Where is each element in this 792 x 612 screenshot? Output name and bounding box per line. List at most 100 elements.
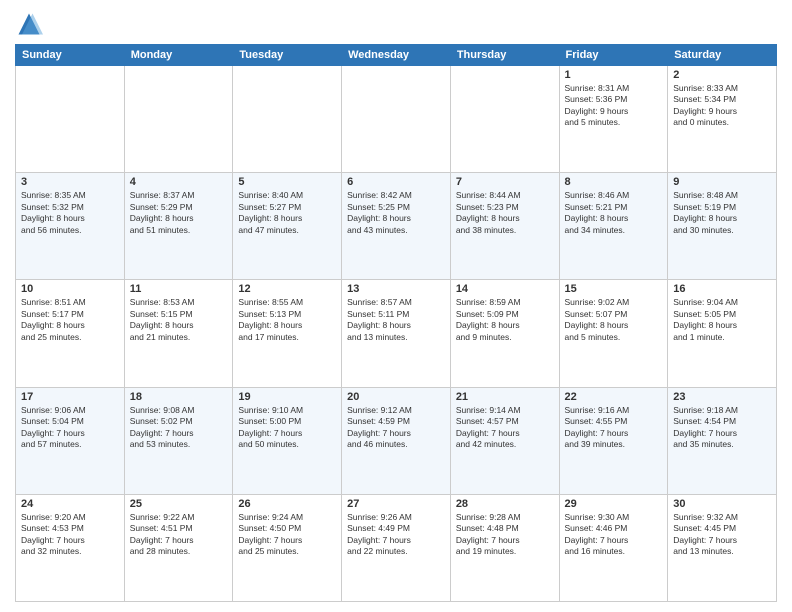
day-info: Sunrise: 9:06 AM Sunset: 5:04 PM Dayligh… [21,405,119,451]
header [15,10,777,38]
day-number: 23 [673,391,771,403]
day-number: 19 [238,391,336,403]
day-number: 7 [456,176,554,188]
day-cell: 20 Sunrise: 9:12 AM Sunset: 4:59 PM Dayli… [342,387,451,494]
day-number: 14 [456,283,554,295]
day-info: Sunrise: 8:55 AM Sunset: 5:13 PM Dayligh… [238,297,336,343]
day-number: 29 [565,498,663,510]
day-cell [233,66,342,173]
day-number: 28 [456,498,554,510]
col-header-wednesday: Wednesday [342,45,451,66]
day-cell: 2 Sunrise: 8:33 AM Sunset: 5:34 PM Daylig… [668,66,777,173]
day-number: 27 [347,498,445,510]
day-info: Sunrise: 8:46 AM Sunset: 5:21 PM Dayligh… [565,190,663,236]
day-number: 6 [347,176,445,188]
day-number: 2 [673,69,771,81]
day-number: 26 [238,498,336,510]
day-cell: 1 Sunrise: 8:31 AM Sunset: 5:36 PM Daylig… [559,66,668,173]
day-info: Sunrise: 9:12 AM Sunset: 4:59 PM Dayligh… [347,405,445,451]
day-info: Sunrise: 9:22 AM Sunset: 4:51 PM Dayligh… [130,512,228,558]
day-cell: 18 Sunrise: 9:08 AM Sunset: 5:02 PM Dayli… [124,387,233,494]
day-info: Sunrise: 9:32 AM Sunset: 4:45 PM Dayligh… [673,512,771,558]
day-number: 30 [673,498,771,510]
day-info: Sunrise: 8:59 AM Sunset: 5:09 PM Dayligh… [456,297,554,343]
week-row-3: 10 Sunrise: 8:51 AM Sunset: 5:17 PM Dayli… [16,280,777,387]
day-info: Sunrise: 8:51 AM Sunset: 5:17 PM Dayligh… [21,297,119,343]
day-cell: 19 Sunrise: 9:10 AM Sunset: 5:00 PM Dayli… [233,387,342,494]
col-header-thursday: Thursday [450,45,559,66]
day-number: 10 [21,283,119,295]
day-number: 21 [456,391,554,403]
day-info: Sunrise: 9:30 AM Sunset: 4:46 PM Dayligh… [565,512,663,558]
day-number: 8 [565,176,663,188]
day-info: Sunrise: 9:02 AM Sunset: 5:07 PM Dayligh… [565,297,663,343]
day-number: 18 [130,391,228,403]
day-number: 12 [238,283,336,295]
day-number: 20 [347,391,445,403]
day-cell: 10 Sunrise: 8:51 AM Sunset: 5:17 PM Dayli… [16,280,125,387]
day-info: Sunrise: 8:31 AM Sunset: 5:36 PM Dayligh… [565,83,663,129]
day-info: Sunrise: 8:40 AM Sunset: 5:27 PM Dayligh… [238,190,336,236]
page: SundayMondayTuesdayWednesdayThursdayFrid… [0,0,792,612]
day-number: 11 [130,283,228,295]
day-cell [124,66,233,173]
day-info: Sunrise: 9:04 AM Sunset: 5:05 PM Dayligh… [673,297,771,343]
day-number: 5 [238,176,336,188]
day-cell: 11 Sunrise: 8:53 AM Sunset: 5:15 PM Dayli… [124,280,233,387]
day-info: Sunrise: 8:57 AM Sunset: 5:11 PM Dayligh… [347,297,445,343]
day-info: Sunrise: 8:33 AM Sunset: 5:34 PM Dayligh… [673,83,771,129]
day-cell: 16Sunrise: 9:04 AM Sunset: 5:05 PM Dayli… [668,280,777,387]
day-info: Sunrise: 9:16 AM Sunset: 4:55 PM Dayligh… [565,405,663,451]
day-cell: 8 Sunrise: 8:46 AM Sunset: 5:21 PM Daylig… [559,173,668,280]
day-cell: 28 Sunrise: 9:28 AM Sunset: 4:48 PM Dayli… [450,494,559,601]
col-header-monday: Monday [124,45,233,66]
week-row-4: 17Sunrise: 9:06 AM Sunset: 5:04 PM Dayli… [16,387,777,494]
day-number: 4 [130,176,228,188]
header-row: SundayMondayTuesdayWednesdayThursdayFrid… [16,45,777,66]
week-row-1: 1 Sunrise: 8:31 AM Sunset: 5:36 PM Daylig… [16,66,777,173]
day-cell: 30 Sunrise: 9:32 AM Sunset: 4:45 PM Dayli… [668,494,777,601]
col-header-saturday: Saturday [668,45,777,66]
day-number: 15 [565,283,663,295]
day-cell: 5 Sunrise: 8:40 AM Sunset: 5:27 PM Daylig… [233,173,342,280]
day-cell: 29 Sunrise: 9:30 AM Sunset: 4:46 PM Dayli… [559,494,668,601]
col-header-tuesday: Tuesday [233,45,342,66]
day-cell: 25 Sunrise: 9:22 AM Sunset: 4:51 PM Dayli… [124,494,233,601]
day-info: Sunrise: 8:42 AM Sunset: 5:25 PM Dayligh… [347,190,445,236]
day-info: Sunrise: 9:26 AM Sunset: 4:49 PM Dayligh… [347,512,445,558]
day-number: 1 [565,69,663,81]
day-info: Sunrise: 9:10 AM Sunset: 5:00 PM Dayligh… [238,405,336,451]
day-number: 25 [130,498,228,510]
day-cell: 27 Sunrise: 9:26 AM Sunset: 4:49 PM Dayli… [342,494,451,601]
calendar-table: SundayMondayTuesdayWednesdayThursdayFrid… [15,44,777,602]
day-info: Sunrise: 9:18 AM Sunset: 4:54 PM Dayligh… [673,405,771,451]
day-cell [342,66,451,173]
day-number: 13 [347,283,445,295]
day-cell [450,66,559,173]
day-cell: 7 Sunrise: 8:44 AM Sunset: 5:23 PM Daylig… [450,173,559,280]
day-cell: 4Sunrise: 8:37 AM Sunset: 5:29 PM Daylig… [124,173,233,280]
day-cell: 13 Sunrise: 8:57 AM Sunset: 5:11 PM Dayli… [342,280,451,387]
day-cell: 3Sunrise: 8:35 AM Sunset: 5:32 PM Daylig… [16,173,125,280]
day-cell: 24Sunrise: 9:20 AM Sunset: 4:53 PM Dayli… [16,494,125,601]
day-cell: 12 Sunrise: 8:55 AM Sunset: 5:13 PM Dayli… [233,280,342,387]
day-info: Sunrise: 8:48 AM Sunset: 5:19 PM Dayligh… [673,190,771,236]
calendar: SundayMondayTuesdayWednesdayThursdayFrid… [15,44,777,602]
day-number: 22 [565,391,663,403]
day-number: 3 [21,176,119,188]
logo-icon [15,10,43,38]
week-row-2: 3Sunrise: 8:35 AM Sunset: 5:32 PM Daylig… [16,173,777,280]
day-cell: 23 Sunrise: 9:18 AM Sunset: 4:54 PM Dayli… [668,387,777,494]
day-info: Sunrise: 9:08 AM Sunset: 5:02 PM Dayligh… [130,405,228,451]
day-info: Sunrise: 8:44 AM Sunset: 5:23 PM Dayligh… [456,190,554,236]
day-info: Sunrise: 9:24 AM Sunset: 4:50 PM Dayligh… [238,512,336,558]
col-header-sunday: Sunday [16,45,125,66]
day-cell: 17Sunrise: 9:06 AM Sunset: 5:04 PM Dayli… [16,387,125,494]
day-cell [16,66,125,173]
day-cell: 22 Sunrise: 9:16 AM Sunset: 4:55 PM Dayli… [559,387,668,494]
day-info: Sunrise: 9:14 AM Sunset: 4:57 PM Dayligh… [456,405,554,451]
day-info: Sunrise: 9:28 AM Sunset: 4:48 PM Dayligh… [456,512,554,558]
day-number: 9 [673,176,771,188]
day-cell: 26 Sunrise: 9:24 AM Sunset: 4:50 PM Dayli… [233,494,342,601]
day-info: Sunrise: 8:53 AM Sunset: 5:15 PM Dayligh… [130,297,228,343]
